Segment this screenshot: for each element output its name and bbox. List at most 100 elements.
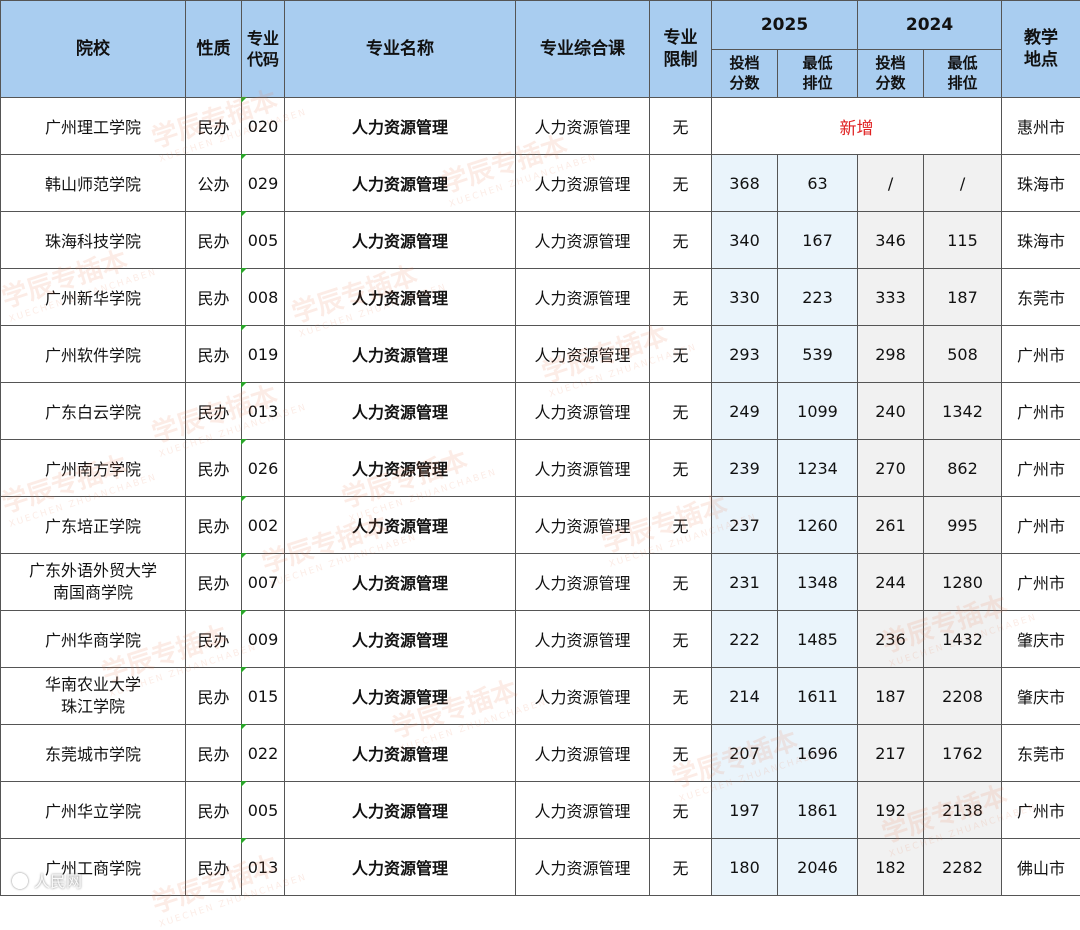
cell-marker — [241, 610, 247, 616]
cell-school: 广州华商学院 — [1, 611, 186, 668]
cell-school: 珠海科技学院 — [1, 212, 186, 269]
cell-code: 029 — [242, 155, 285, 212]
cell-limit: 无 — [650, 497, 712, 554]
cell-school: 东莞城市学院 — [1, 725, 186, 782]
header-course: 专业综合课 — [516, 1, 650, 98]
header-location: 教学 地点 — [1002, 1, 1080, 98]
cell-course: 人力资源管理 — [516, 326, 650, 383]
cell-nature: 民办 — [186, 440, 242, 497]
cell-marker — [241, 496, 247, 502]
cell-limit: 无 — [650, 326, 712, 383]
cell-location: 肇庆市 — [1002, 668, 1080, 725]
cell-school: 韩山师范学院 — [1, 155, 186, 212]
cell-nature: 民办 — [186, 497, 242, 554]
cell-score-2024: 333 — [858, 269, 924, 326]
cell-score-2025: 249 — [712, 383, 778, 440]
cell-school: 广州南方学院 — [1, 440, 186, 497]
header-code: 专业 代码 — [242, 1, 285, 98]
cell-major: 人力资源管理 — [285, 440, 516, 497]
cell-course: 人力资源管理 — [516, 839, 650, 896]
cell-score-2025: 197 — [712, 782, 778, 839]
cell-marker — [241, 553, 247, 559]
cell-course: 人力资源管理 — [516, 725, 650, 782]
cell-score-2025: 330 — [712, 269, 778, 326]
cell-rank-2025: 1348 — [778, 554, 858, 611]
cell-major: 人力资源管理 — [285, 839, 516, 896]
header-school: 院校 — [1, 1, 186, 98]
cell-score-2024: 187 — [858, 668, 924, 725]
cell-score-2025: 368 — [712, 155, 778, 212]
cell-major: 人力资源管理 — [285, 269, 516, 326]
cell-code: 013 — [242, 839, 285, 896]
cell-major: 人力资源管理 — [285, 668, 516, 725]
table-row: 华南农业大学 珠江学院民办015人力资源管理人力资源管理无21416111872… — [1, 668, 1080, 725]
cell-marker — [241, 667, 247, 673]
cell-score-2024: 298 — [858, 326, 924, 383]
cell-limit: 无 — [650, 668, 712, 725]
cell-score-2025: 222 — [712, 611, 778, 668]
cell-rank-2025: 1696 — [778, 725, 858, 782]
cell-course: 人力资源管理 — [516, 98, 650, 155]
cell-nature: 民办 — [186, 269, 242, 326]
cell-course: 人力资源管理 — [516, 440, 650, 497]
cell-code: 005 — [242, 782, 285, 839]
cell-major: 人力资源管理 — [285, 326, 516, 383]
cell-marker — [241, 838, 247, 844]
cell-location: 广州市 — [1002, 782, 1080, 839]
cell-rank-2025: 1611 — [778, 668, 858, 725]
cell-code: 009 — [242, 611, 285, 668]
cell-rank-2024: 187 — [924, 269, 1002, 326]
cell-limit: 无 — [650, 212, 712, 269]
cell-marker — [241, 724, 247, 730]
cell-location: 东莞市 — [1002, 725, 1080, 782]
table-row: 珠海科技学院民办005人力资源管理人力资源管理无340167346115珠海市 — [1, 212, 1080, 269]
cell-course: 人力资源管理 — [516, 782, 650, 839]
cell-marker — [241, 154, 247, 160]
cell-score-2024: / — [858, 155, 924, 212]
cell-location: 广州市 — [1002, 440, 1080, 497]
cell-score-2024: 217 — [858, 725, 924, 782]
cell-score-2024: 240 — [858, 383, 924, 440]
cell-rank-2024: 115 — [924, 212, 1002, 269]
cell-nature: 民办 — [186, 98, 242, 155]
cell-nature: 公办 — [186, 155, 242, 212]
cell-course: 人力资源管理 — [516, 611, 650, 668]
cell-code: 022 — [242, 725, 285, 782]
cell-school: 广东白云学院 — [1, 383, 186, 440]
cell-score-2024: 261 — [858, 497, 924, 554]
table-row: 广州新华学院民办008人力资源管理人力资源管理无330223333187东莞市 — [1, 269, 1080, 326]
cell-limit: 无 — [650, 269, 712, 326]
cell-nature: 民办 — [186, 383, 242, 440]
header-nature: 性质 — [186, 1, 242, 98]
cell-limit: 无 — [650, 611, 712, 668]
cell-course: 人力资源管理 — [516, 269, 650, 326]
header-rank-2025: 最低 排位 — [778, 49, 858, 98]
cell-nature: 民办 — [186, 326, 242, 383]
cell-rank-2025: 1260 — [778, 497, 858, 554]
cell-code: 026 — [242, 440, 285, 497]
cell-marker — [241, 97, 247, 103]
cell-school: 广东培正学院 — [1, 497, 186, 554]
cell-major: 人力资源管理 — [285, 155, 516, 212]
cell-score-2024: 244 — [858, 554, 924, 611]
cell-marker — [241, 268, 247, 274]
cell-rank-2025: 539 — [778, 326, 858, 383]
cell-code: 007 — [242, 554, 285, 611]
cell-location: 广州市 — [1002, 497, 1080, 554]
cell-school: 广州理工学院 — [1, 98, 186, 155]
cell-rank-2024: 1762 — [924, 725, 1002, 782]
cell-code: 019 — [242, 326, 285, 383]
cell-limit: 无 — [650, 839, 712, 896]
cell-course: 人力资源管理 — [516, 497, 650, 554]
header-year-2025: 2025 — [712, 1, 858, 50]
cell-limit: 无 — [650, 383, 712, 440]
cell-score-2024: 182 — [858, 839, 924, 896]
table-row: 东莞城市学院民办022人力资源管理人力资源管理无20716962171762东莞… — [1, 725, 1080, 782]
table-row: 广州华立学院民办005人力资源管理人力资源管理无19718611922138广州… — [1, 782, 1080, 839]
cell-rank-2024: 1280 — [924, 554, 1002, 611]
cell-limit: 无 — [650, 782, 712, 839]
cell-nature: 民办 — [186, 782, 242, 839]
table-row: 广州工商学院民办013人力资源管理人力资源管理无18020461822282佛山… — [1, 839, 1080, 896]
cell-rank-2024: 508 — [924, 326, 1002, 383]
cell-score-2025: 239 — [712, 440, 778, 497]
